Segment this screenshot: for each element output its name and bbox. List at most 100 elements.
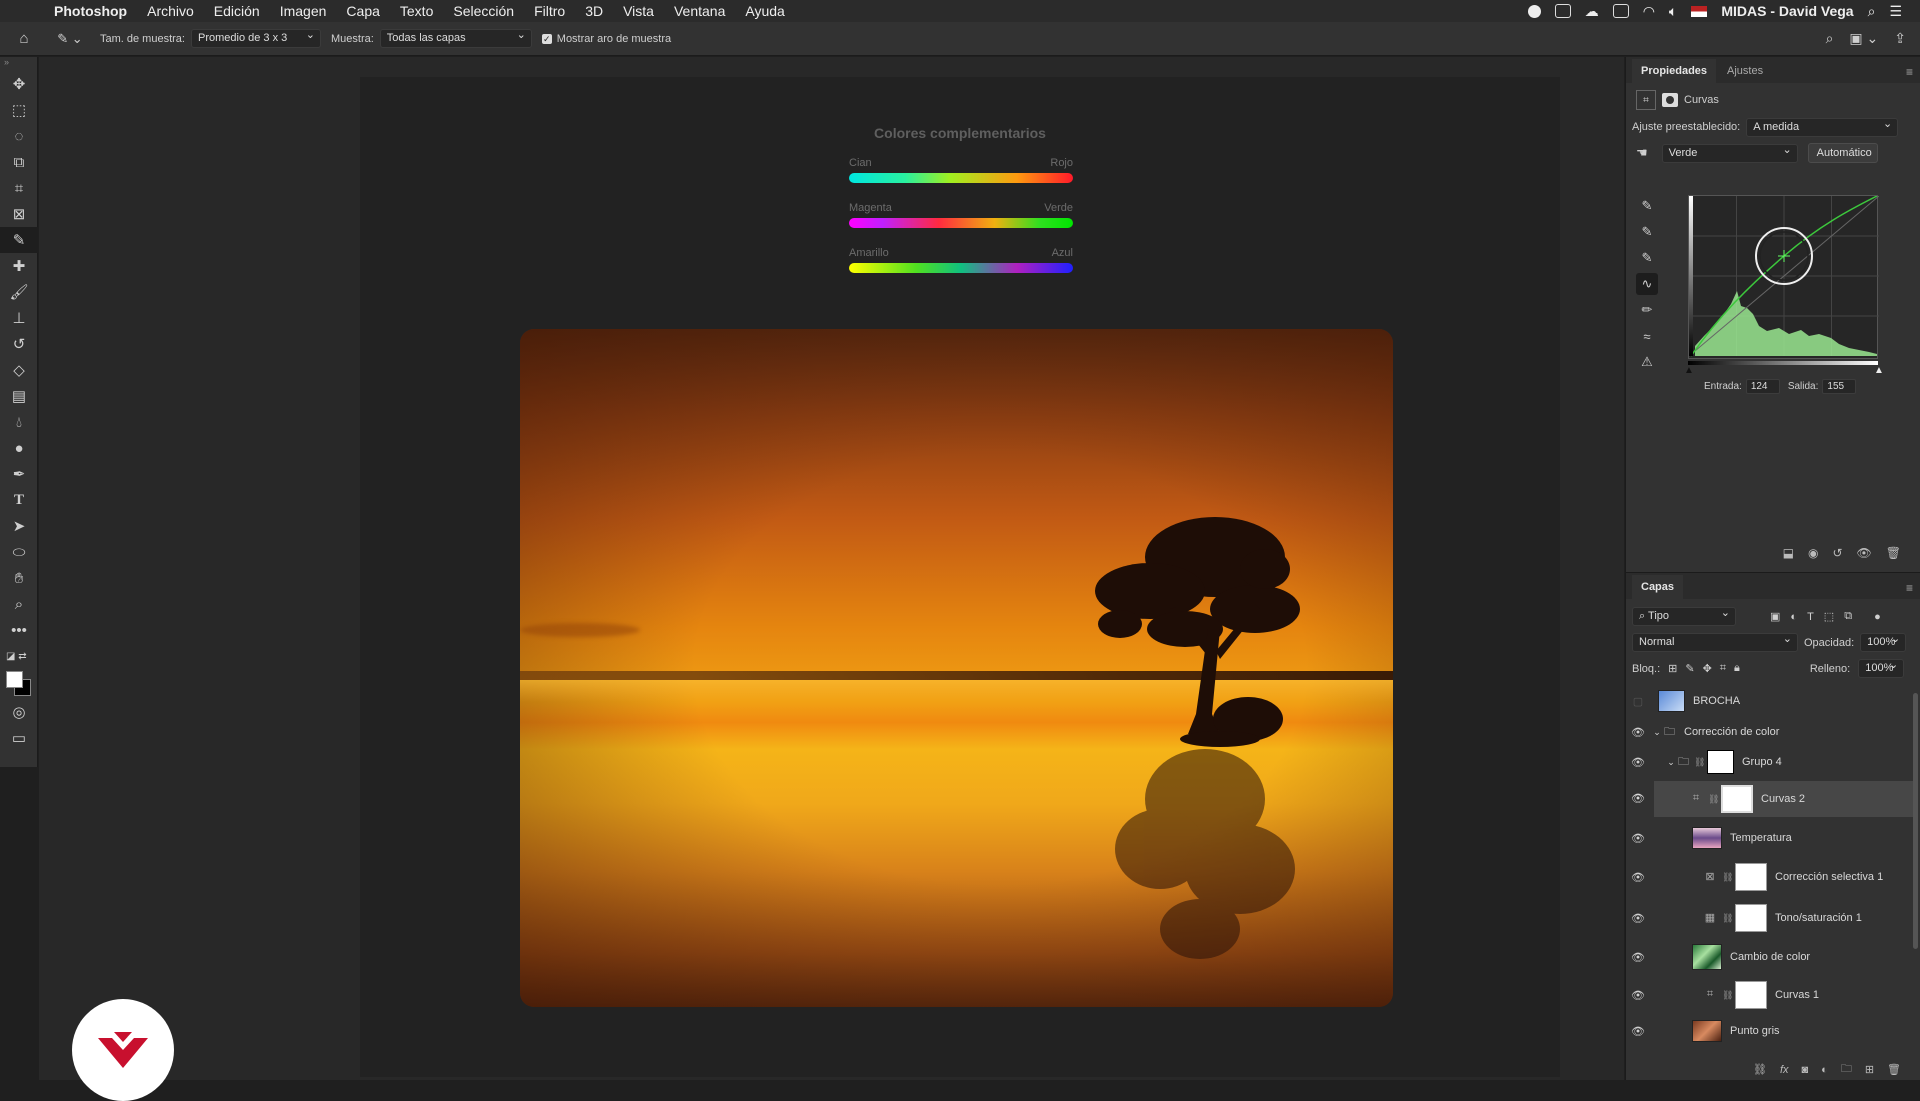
curves-plot[interactable] (1688, 195, 1880, 360)
output-field[interactable]: 155 (1822, 379, 1857, 394)
layer-grupo-4[interactable]: 👁︎ ⌄ 🗀︎ ⛓ Grupo 4 (1626, 747, 1916, 777)
filter-adjustment-icon[interactable]: ◐ (1790, 611, 1797, 623)
layer-curvas-1[interactable]: 👁︎ ⌗ ⛓ Curvas 1 (1626, 977, 1916, 1013)
visibility-toggle[interactable]: 👁︎ (1626, 832, 1650, 845)
menu-capa[interactable]: Capa (336, 3, 389, 19)
visibility-toggle[interactable]: ▢ (1626, 695, 1650, 708)
layer-mask-thumbnail[interactable] (1735, 863, 1767, 891)
layer-punto-gris[interactable]: 👁︎ Punto gris (1626, 1017, 1916, 1045)
sample-dropdown[interactable]: Todas las capas (379, 27, 532, 48)
cloud-icon[interactable]: ☁ (1585, 3, 1599, 20)
layer-mask-thumbnail[interactable] (1721, 785, 1753, 813)
lock-transparency-icon[interactable]: ⊞ (1668, 662, 1677, 675)
eyedropper-preset-icon[interactable]: ✎ ⌄ (48, 31, 92, 47)
share-icon[interactable]: ⇪ (1894, 30, 1906, 47)
gray-point-eyedropper-icon[interactable]: ✎ (1636, 221, 1658, 243)
eraser-tool-icon[interactable]: ◇ (0, 357, 38, 383)
layer-mask-thumbnail[interactable] (1735, 981, 1767, 1009)
shape-tool-icon[interactable]: ⬭ (0, 539, 38, 565)
layer-brocha[interactable]: ▢ BROCHA (1626, 686, 1916, 716)
menu-ventana[interactable]: Ventana (664, 3, 735, 19)
record-icon[interactable] (1527, 4, 1541, 18)
swap-colors-icon[interactable]: ◪ ⇄ (0, 643, 38, 669)
lock-position-icon[interactable]: ✥ (1703, 662, 1712, 675)
white-slider-icon[interactable]: ▲ (1874, 365, 1884, 376)
lock-pixels-icon[interactable]: ✎ (1685, 662, 1694, 675)
color-swatches[interactable] (0, 669, 37, 699)
group-expand-icon[interactable]: ⌄ (1664, 757, 1678, 768)
smooth-curve-icon[interactable]: ≈ (1636, 325, 1658, 347)
wifi-icon[interactable]: ◠ (1643, 3, 1655, 20)
gradient-tool-icon[interactable]: ▤ (0, 383, 38, 409)
visibility-toggle[interactable]: 👁︎ (1626, 912, 1650, 925)
layer-cambio-de-color[interactable]: 👁︎ Cambio de color (1626, 940, 1916, 974)
layer-mask-thumbnail[interactable] (1707, 750, 1734, 774)
reset-icon[interactable]: ↺ (1832, 546, 1842, 560)
workspace-icon[interactable]: ▣ ⌄ (1849, 30, 1878, 47)
spotlight-icon[interactable]: ⌕ (1868, 3, 1876, 20)
brush-tool-icon[interactable]: 🖌︎ (0, 279, 38, 305)
layer-correccion-selectiva-1[interactable]: 👁︎ ⊠ ⛓ Corrección selectiva 1 (1626, 859, 1916, 895)
mask-icon[interactable] (1662, 93, 1678, 107)
black-point-eyedropper-icon[interactable]: ✎ (1636, 195, 1658, 217)
fx-icon[interactable]: fx (1780, 1064, 1789, 1076)
zoom-tool-icon[interactable]: ⌕ (0, 591, 38, 617)
channel-dropdown[interactable]: Verde (1661, 142, 1798, 163)
menu-imagen[interactable]: Imagen (270, 3, 337, 19)
target-adjust-icon[interactable]: ☚ (1636, 145, 1648, 161)
stamp-tool-icon[interactable]: ⊥ (0, 305, 38, 331)
screen-mode-icon[interactable]: ▭ (0, 725, 38, 751)
flag-icon[interactable] (1691, 5, 1708, 17)
more-tools-icon[interactable]: ••• (0, 617, 38, 643)
tab-capas[interactable]: Capas (1632, 575, 1684, 599)
new-layer-icon[interactable]: ⊞ (1865, 1063, 1874, 1076)
blur-tool-icon[interactable]: 💧︎ (0, 409, 38, 435)
preset-dropdown[interactable]: A medida (1746, 116, 1899, 137)
type-tool-icon[interactable]: T (0, 487, 38, 513)
pen-tool-icon[interactable]: ✒ (0, 461, 38, 487)
collapse-icon[interactable]: » (0, 57, 37, 71)
curve-points-icon[interactable]: ∿ (1636, 273, 1658, 295)
layer-temperatura[interactable]: 👁︎ Temperatura (1626, 821, 1916, 855)
new-group-icon[interactable]: 🗀︎ (1841, 1060, 1852, 1079)
menu-archivo[interactable]: Archivo (137, 3, 204, 19)
layer-mask-thumbnail[interactable] (1735, 904, 1767, 932)
menu-3d[interactable]: 3D (575, 3, 613, 19)
control-center-icon[interactable]: ☰ (1889, 3, 1902, 20)
path-select-tool-icon[interactable]: ➤ (0, 513, 38, 539)
black-slider-icon[interactable]: ▲ (1684, 365, 1694, 376)
volume-icon[interactable]: 🔈︎ (1669, 3, 1677, 20)
curves-graph[interactable] (1688, 195, 1880, 360)
lasso-tool-icon[interactable]: ◌ (0, 123, 38, 149)
eyedropper-tool-icon[interactable]: ✎ (0, 227, 38, 253)
hand-tool-icon[interactable]: ✋︎ (0, 565, 38, 591)
home-icon[interactable]: ⌂ (0, 30, 48, 47)
delete-adjustment-icon[interactable]: 🗑︎ (1886, 546, 1901, 560)
foreground-color[interactable] (6, 671, 23, 688)
quick-mask-icon[interactable]: ◎ (0, 699, 38, 725)
visibility-toggle[interactable]: 👁︎ (1626, 951, 1650, 964)
sample-size-dropdown[interactable]: Promedio de 3 x 3 (190, 27, 321, 48)
display-icon[interactable] (1612, 4, 1629, 18)
screen-icon[interactable] (1554, 4, 1571, 18)
menu-filtro[interactable]: Filtro (524, 3, 575, 19)
add-mask-icon[interactable]: ◙ (1802, 1064, 1809, 1076)
marquee-tool-icon[interactable]: ⬚ (0, 97, 38, 123)
canvas[interactable]: Colores complementarios Cian Rojo Magenta… (360, 77, 1560, 1077)
healing-tool-icon[interactable]: ✚ (0, 253, 38, 279)
visibility-toggle[interactable]: 👁︎ (1626, 792, 1650, 805)
delete-layer-icon[interactable]: 🗑︎ (1887, 1063, 1901, 1076)
lock-artboard-icon[interactable]: ⌗ (1720, 662, 1726, 675)
tab-ajustes[interactable]: Ajustes (1718, 59, 1772, 83)
layers-scrollbar[interactable] (1913, 693, 1918, 949)
curves-adjustment-icon[interactable]: ⌗ (1636, 90, 1656, 110)
filter-type-icon[interactable]: T (1807, 611, 1814, 623)
visibility-toggle[interactable]: 👁︎ (1626, 1025, 1650, 1038)
new-adjustment-icon[interactable]: ◐ (1821, 1064, 1828, 1076)
clipping-warning-icon[interactable]: ⚠ (1636, 351, 1658, 373)
toggle-visibility-icon[interactable]: 👁︎ (1857, 546, 1872, 560)
layer-tono-saturacion-1[interactable]: 👁︎ ▦ ⛓ Tono/saturación 1 (1626, 900, 1916, 936)
layer-correccion-de-color[interactable]: 👁︎ ⌄ 🗀︎ Corrección de color (1626, 719, 1916, 745)
visibility-toggle[interactable]: 👁︎ (1626, 726, 1650, 739)
menu-seleccion[interactable]: Selección (443, 3, 524, 19)
